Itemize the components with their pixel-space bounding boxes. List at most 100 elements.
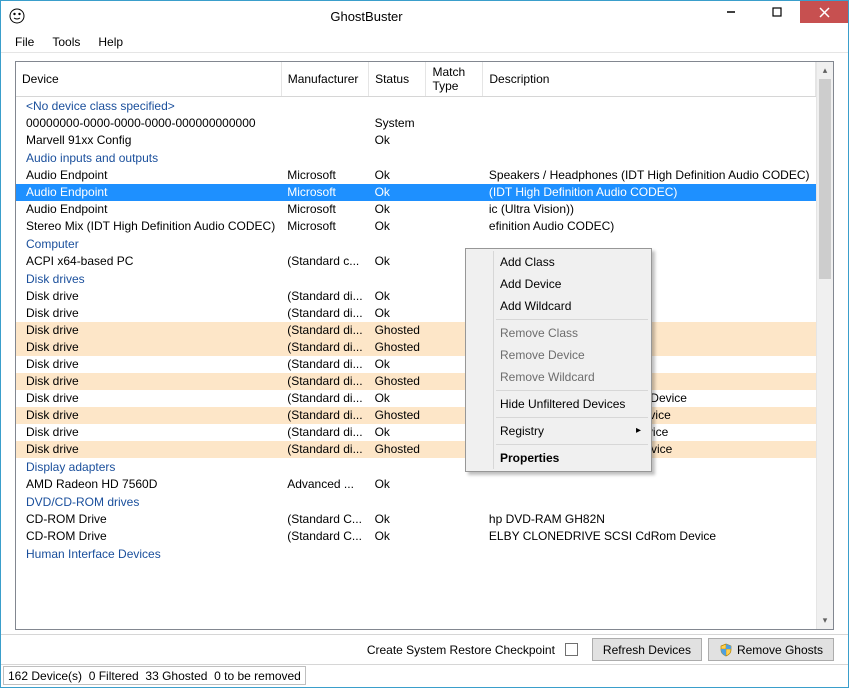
table-row[interactable]: Disk drive(Standard di...Ghosted <box>16 322 816 339</box>
group-row[interactable]: Computer <box>16 235 816 253</box>
cell-status: Ghosted <box>369 339 426 356</box>
menu-item-add-class[interactable]: Add Class <box>468 251 649 273</box>
cell-match <box>426 184 483 201</box>
menu-tools[interactable]: Tools <box>52 35 80 49</box>
cell-status: Ghosted <box>369 407 426 424</box>
cell-manufacturer: (Standard di... <box>281 322 368 339</box>
menu-help[interactable]: Help <box>98 35 123 49</box>
cell-status: Ok <box>369 218 426 235</box>
scroll-thumb[interactable] <box>819 79 831 279</box>
cell-manufacturer: Microsoft <box>281 201 368 218</box>
window-controls <box>708 1 848 25</box>
cell-status: Ok <box>369 390 426 407</box>
cell-status: Ghosted <box>369 441 426 458</box>
status-device-count: 162 Device(s) <box>8 669 82 683</box>
device-table[interactable]: Device Manufacturer Status Match Type De… <box>16 62 816 563</box>
cell-device: Disk drive <box>16 373 281 390</box>
group-row[interactable]: <No device class specified> <box>16 97 816 115</box>
cell-manufacturer: (Standard di... <box>281 305 368 322</box>
menu-item-add-device[interactable]: Add Device <box>468 273 649 295</box>
cell-description: hp DVD-RAM GH82N <box>483 511 816 528</box>
cell-manufacturer: (Standard C... <box>281 511 368 528</box>
group-row[interactable]: Human Interface Devices <box>16 545 816 563</box>
cell-device: Disk drive <box>16 356 281 373</box>
cell-device: 00000000-0000-0000-0000-000000000000 <box>16 115 281 132</box>
cell-status: Ok <box>369 253 426 270</box>
table-row[interactable]: Disk drive(Standard di...Ok2 <box>16 356 816 373</box>
vertical-scrollbar[interactable]: ▴ ▾ <box>816 62 833 629</box>
cell-match <box>426 167 483 184</box>
remove-ghosts-button[interactable]: Remove Ghosts <box>708 638 834 661</box>
table-row[interactable]: Disk drive(Standard di...GhostedSanDisk … <box>16 441 816 458</box>
menu-item-registry[interactable]: Registry▸ <box>468 420 649 442</box>
menubar: File Tools Help <box>1 31 848 53</box>
table-row[interactable]: Stereo Mix (IDT High Definition Audio CO… <box>16 218 816 235</box>
table-row[interactable]: Disk drive(Standard di...OkGeneric- Comp… <box>16 390 816 407</box>
close-button[interactable] <box>800 1 848 23</box>
table-row[interactable]: CD-ROM Drive(Standard C...Okhp DVD-RAM G… <box>16 511 816 528</box>
table-row[interactable]: Audio EndpointMicrosoftOk (IDT High Defi… <box>16 184 816 201</box>
checkpoint-checkbox[interactable] <box>565 643 578 656</box>
col-header-manufacturer[interactable]: Manufacturer <box>281 62 368 97</box>
menu-item-remove-wildcard: Remove Wildcard <box>468 366 649 388</box>
cell-device: Disk drive <box>16 305 281 322</box>
group-row[interactable]: Disk drives <box>16 270 816 288</box>
status-filtered-count: 0 Filtered <box>89 669 139 683</box>
table-row[interactable]: Disk drive(Standard di...GhostedIC25N080… <box>16 407 816 424</box>
cell-description <box>483 132 816 149</box>
status-toremove-count: 0 to be removed <box>214 669 301 683</box>
group-row[interactable]: Display adapters <box>16 458 816 476</box>
maximize-button[interactable] <box>754 1 800 23</box>
table-row[interactable]: ACPI x64-based PC(Standard c...Ok <box>16 253 816 270</box>
window-title: GhostBuster <box>25 9 708 24</box>
cell-match <box>426 528 483 545</box>
status-ghosted-count: 33 Ghosted <box>145 669 207 683</box>
scroll-up-arrow-icon[interactable]: ▴ <box>817 62 833 79</box>
status-pane: 162 Device(s) 0 Filtered 33 Ghosted 0 to… <box>3 666 306 685</box>
table-row[interactable]: Disk drive(Standard di...Oke USB Device <box>16 288 816 305</box>
cell-device: Disk drive <box>16 390 281 407</box>
col-header-status[interactable]: Status <box>369 62 426 97</box>
group-row[interactable]: Audio inputs and outputs <box>16 149 816 167</box>
menu-item-add-wildcard[interactable]: Add Wildcard <box>468 295 649 317</box>
table-row[interactable]: CD-ROM Drive(Standard C...OkELBY CLONEDR… <box>16 528 816 545</box>
menu-file[interactable]: File <box>15 35 34 49</box>
minimize-button[interactable] <box>708 1 754 23</box>
group-row[interactable]: DVD/CD-ROM drives <box>16 493 816 511</box>
table-row[interactable]: Disk drive(Standard di...GhostedUSB Devi… <box>16 373 816 390</box>
table-row[interactable]: Audio EndpointMicrosoftOkic (Ultra Visio… <box>16 201 816 218</box>
col-header-match-type[interactable]: Match Type <box>426 62 483 97</box>
cell-status: Ok <box>369 305 426 322</box>
scroll-down-arrow-icon[interactable]: ▾ <box>817 612 833 629</box>
statusbar: 162 Device(s) 0 Filtered 33 Ghosted 0 to… <box>1 664 848 687</box>
cell-device: Disk drive <box>16 424 281 441</box>
table-row[interactable]: 00000000-0000-0000-0000-000000000000Syst… <box>16 115 816 132</box>
cell-description: efinition Audio CODEC) <box>483 218 816 235</box>
device-list-panel: Device Manufacturer Status Match Type De… <box>15 61 834 630</box>
table-row[interactable]: Marvell 91xx ConfigOk <box>16 132 816 149</box>
cell-device: Audio Endpoint <box>16 167 281 184</box>
cell-device: Disk drive <box>16 322 281 339</box>
bottom-toolbar: Create System Restore Checkpoint Refresh… <box>1 634 848 664</box>
table-row[interactable]: Audio EndpointMicrosoftOkSpeakers / Head… <box>16 167 816 184</box>
group-label: DVD/CD-ROM drives <box>16 493 816 511</box>
cell-device: Disk drive <box>16 288 281 305</box>
table-row[interactable]: Disk drive(Standard di...Ok Device <box>16 305 816 322</box>
cell-status: Ok <box>369 356 426 373</box>
menu-item-hide-unfiltered[interactable]: Hide Unfiltered Devices <box>468 393 649 415</box>
table-row[interactable]: Disk drive(Standard di...OkGeneric- MS/M… <box>16 424 816 441</box>
table-row[interactable]: Disk drive(Standard di...Ghosted2A7B2 <box>16 339 816 356</box>
col-header-description[interactable]: Description <box>483 62 816 97</box>
cell-manufacturer: (Standard di... <box>281 407 368 424</box>
cell-match <box>426 115 483 132</box>
group-label: Display adapters <box>16 458 816 476</box>
menu-item-properties[interactable]: Properties <box>468 447 649 469</box>
cell-status: Ok <box>369 476 426 493</box>
cell-status: Ok <box>369 201 426 218</box>
cell-manufacturer: (Standard c... <box>281 253 368 270</box>
refresh-devices-button[interactable]: Refresh Devices <box>592 638 702 661</box>
col-header-device[interactable]: Device <box>16 62 281 97</box>
cell-manufacturer: (Standard di... <box>281 390 368 407</box>
table-row[interactable]: AMD Radeon HD 7560DAdvanced ...Ok <box>16 476 816 493</box>
cell-status: Ghosted <box>369 322 426 339</box>
